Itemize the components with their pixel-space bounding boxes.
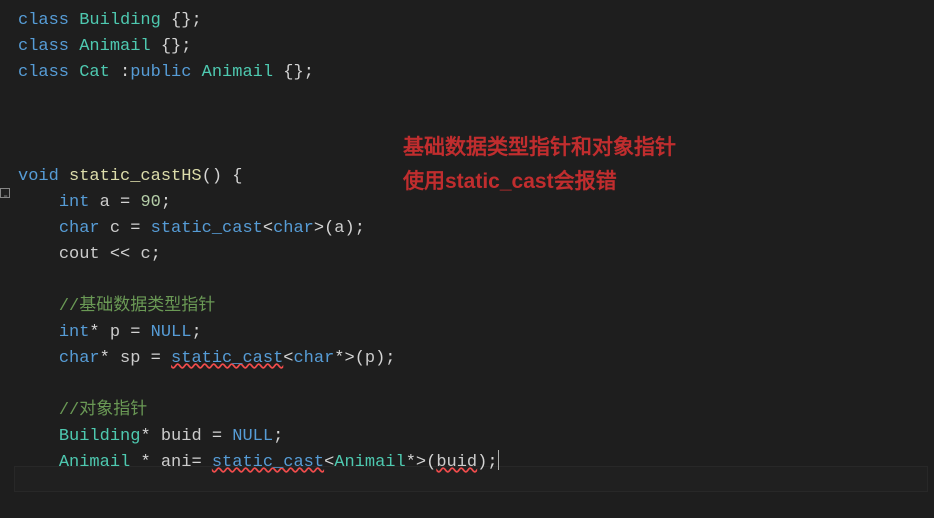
class-name: Animail (59, 453, 130, 472)
comment: //基础数据类型指针 (59, 297, 215, 316)
paren: ( (426, 453, 436, 472)
braces: {} (161, 37, 181, 56)
paren: ( (355, 349, 365, 368)
paren: ( (324, 219, 334, 238)
cast-keyword-error: static_cast (171, 349, 283, 368)
angle: < (324, 453, 334, 472)
code-line[interactable]: //对象指针 (8, 398, 934, 424)
annotation-line: 基础数据类型指针和对象指针 (403, 131, 676, 165)
pointer: * (406, 453, 416, 472)
object: cout (59, 245, 100, 264)
semicolon: ; (191, 11, 201, 30)
angle: < (263, 219, 273, 238)
code-line[interactable]: class Cat :public Animail {}; (8, 60, 934, 86)
class-name: Animail (202, 63, 273, 82)
pointer: * (334, 349, 344, 368)
angle: > (314, 219, 324, 238)
semicolon: ; (161, 193, 171, 212)
keyword: class (18, 63, 69, 82)
semicolon: ; (385, 349, 395, 368)
type: char (273, 219, 314, 238)
argument: a (334, 219, 344, 238)
cast-keyword: static_cast (151, 219, 263, 238)
pointer: * (100, 349, 110, 368)
code-line[interactable]: int* p = NULL; (8, 320, 934, 346)
type: int (59, 323, 90, 342)
code-line[interactable]: class Animail {}; (8, 34, 934, 60)
code-editor[interactable]: class Building {}; class Animail {}; cla… (0, 0, 934, 476)
variable: c (110, 219, 120, 238)
argument-error: buid (436, 453, 477, 472)
cast-keyword-error: static_cast (212, 453, 324, 472)
null-literal: NULL (232, 427, 273, 446)
code-line[interactable]: //基础数据类型指针 (8, 294, 934, 320)
type: char (59, 219, 100, 238)
keyword: public (130, 63, 191, 82)
keyword: class (18, 37, 69, 56)
type: char (293, 349, 334, 368)
empty-line (8, 86, 934, 112)
empty-line (8, 372, 934, 398)
braces: {} (171, 11, 191, 30)
argument: p (365, 349, 375, 368)
variable: sp (120, 349, 140, 368)
operator: = (151, 349, 161, 368)
null-literal: NULL (151, 323, 192, 342)
code-line[interactable]: class Building {}; (8, 8, 934, 34)
angle: > (416, 453, 426, 472)
keyword: void (18, 167, 59, 186)
variable: buid (161, 427, 202, 446)
semicolon: ; (191, 323, 201, 342)
keyword: class (18, 11, 69, 30)
class-name: Animail (334, 453, 405, 472)
type: int (59, 193, 90, 212)
semicolon: ; (181, 37, 191, 56)
class-name: Building (59, 427, 141, 446)
semicolon: ; (151, 245, 161, 264)
semicolon: ; (273, 427, 283, 446)
annotation-text: 基础数据类型指针和对象指针 使用static_cast会报错 (403, 131, 676, 199)
variable: c (140, 245, 150, 264)
number: 90 (140, 193, 160, 212)
pointer: * (89, 323, 99, 342)
operator: = (120, 193, 130, 212)
class-name: Building (79, 11, 161, 30)
function-name: static_castHS (69, 167, 202, 186)
operator: << (110, 245, 130, 264)
angle: < (283, 349, 293, 368)
code-line[interactable]: char* sp = static_cast<char*>(p); (8, 346, 934, 372)
operator: = (212, 427, 222, 446)
text-cursor (498, 450, 499, 470)
class-name: Animail (79, 37, 150, 56)
empty-line (8, 268, 934, 294)
pointer: * (140, 427, 150, 446)
variable: a (100, 193, 110, 212)
operator: = (130, 219, 140, 238)
braces: {} (283, 63, 303, 82)
code-line[interactable]: cout << c; (8, 242, 934, 268)
class-name: Cat (79, 63, 110, 82)
semicolon: ; (355, 219, 365, 238)
paren: ) (344, 219, 354, 238)
code-line[interactable]: Animail * ani= static_cast<Animail*>(bui… (8, 450, 934, 476)
operator: = (191, 453, 201, 472)
annotation-line: 使用static_cast会报错 (403, 165, 676, 199)
semicolon: ; (487, 453, 497, 472)
paren: ) (477, 453, 487, 472)
code-line[interactable]: Building* buid = NULL; (8, 424, 934, 450)
parens: () (202, 167, 222, 186)
brace: { (232, 167, 242, 186)
type: char (59, 349, 100, 368)
pointer: * (140, 453, 150, 472)
paren: ) (375, 349, 385, 368)
semicolon: ; (304, 63, 314, 82)
operator: = (130, 323, 140, 342)
angle: > (344, 349, 354, 368)
variable: p (110, 323, 120, 342)
code-line[interactable]: char c = static_cast<char>(a); (8, 216, 934, 242)
colon: : (120, 63, 130, 82)
variable: ani (161, 453, 192, 472)
comment: //对象指针 (59, 401, 147, 420)
